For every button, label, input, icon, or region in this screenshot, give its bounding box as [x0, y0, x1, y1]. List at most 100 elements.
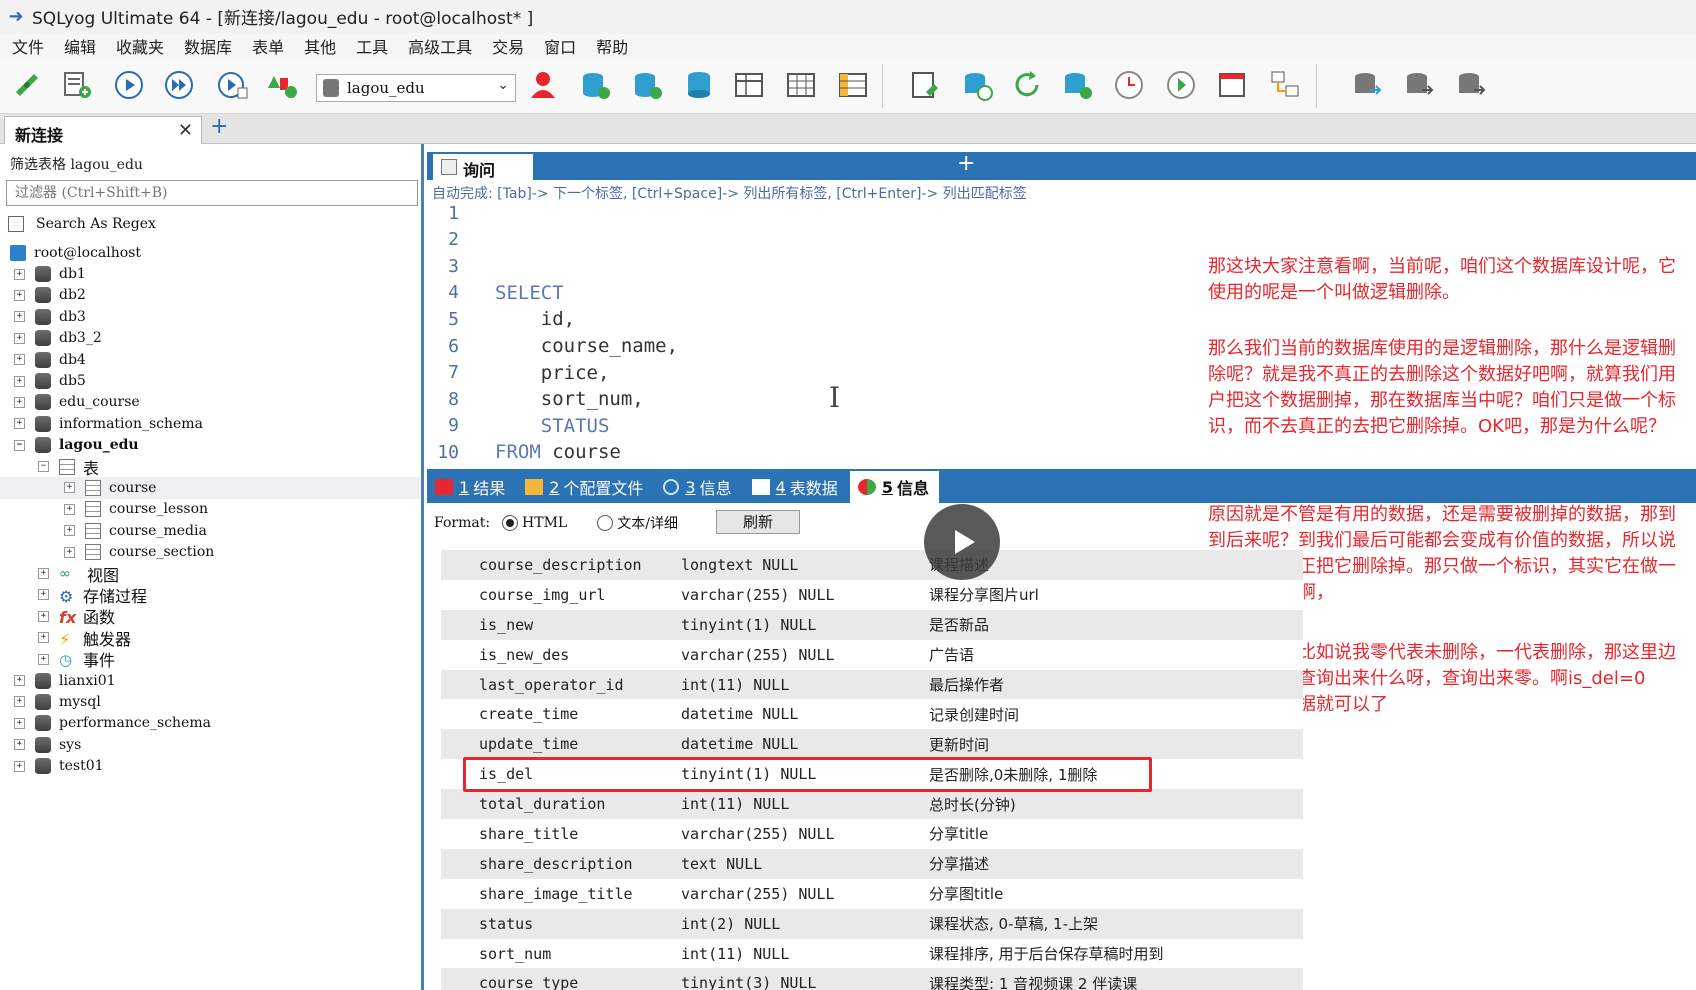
tree-db[interactable]: + test01	[0, 755, 420, 776]
add-query-tab-button[interactable]: +	[957, 151, 975, 176]
tree-table[interactable]: + course_section	[0, 541, 420, 562]
expand-icon[interactable]: +	[14, 717, 25, 729]
execute-edit-icon[interactable]	[214, 66, 252, 104]
tree-procedures-folder[interactable]: + ⚙ 存储过程	[0, 584, 420, 606]
tab-result[interactable]: 1 结果	[427, 471, 515, 503]
expand-icon[interactable]: +	[14, 396, 25, 408]
menu-transaction[interactable]: 交易	[492, 34, 524, 58]
format-html-radio[interactable]	[502, 515, 519, 531]
tree-tables-folder[interactable]: − 表	[0, 456, 420, 478]
expand-icon[interactable]: +	[14, 675, 25, 686]
tab-messages[interactable]: 3 信息	[655, 471, 741, 503]
menu-tools[interactable]: 工具	[356, 34, 388, 58]
tree-db[interactable]: + information_schema	[0, 413, 420, 434]
expand-icon[interactable]: +	[14, 739, 25, 751]
menu-database[interactable]: 数据库	[184, 34, 232, 58]
refresh-button[interactable]: 刷新	[716, 510, 800, 534]
tree-db-active[interactable]: − lagou_edu	[0, 435, 420, 456]
expand-icon[interactable]: +	[14, 332, 25, 344]
menu-favorites[interactable]: 收藏夹	[116, 34, 164, 58]
tree-host[interactable]: root@localhost	[0, 242, 420, 263]
tree-table[interactable]: + course_lesson	[0, 499, 420, 520]
tree-db[interactable]: + db3	[0, 306, 420, 327]
expand-icon[interactable]: +	[14, 696, 25, 708]
expand-icon[interactable]: +	[14, 375, 25, 387]
expand-icon[interactable]: +	[14, 289, 25, 301]
expand-icon[interactable]: +	[64, 546, 75, 558]
menu-others[interactable]: 其他	[304, 34, 336, 58]
query-builder-icon[interactable]	[906, 66, 944, 104]
expand-icon[interactable]: +	[64, 525, 75, 537]
tab-profiler[interactable]: 2 个配置文件	[517, 471, 653, 503]
expand-icon[interactable]: +	[14, 354, 25, 366]
db-stack-icon[interactable]	[1348, 66, 1386, 104]
tree-table[interactable]: + course_media	[0, 520, 420, 541]
collapse-icon[interactable]: −	[38, 461, 49, 473]
regex-option[interactable]: Search As Regex	[8, 216, 156, 232]
database-selector[interactable]: lagou_edu ⌄	[316, 74, 516, 102]
tree-db[interactable]: + mysql	[0, 691, 420, 712]
tree-db[interactable]: + db2	[0, 285, 420, 306]
tree-db[interactable]: + db4	[0, 349, 420, 370]
schema-designer-icon[interactable]	[264, 66, 302, 104]
menu-edit[interactable]: 编辑	[64, 34, 96, 58]
table-data-icon[interactable]	[730, 66, 768, 104]
menu-window[interactable]: 窗口	[544, 34, 576, 58]
db-transfer-icon[interactable]	[1452, 66, 1490, 104]
tree-db[interactable]: + lianxi01	[0, 670, 420, 691]
tree-views-folder[interactable]: + ∞ 视图	[0, 563, 420, 585]
db-export-icon[interactable]	[1400, 66, 1438, 104]
format-text-radio[interactable]	[597, 515, 614, 531]
table-filter-input[interactable]	[6, 180, 418, 206]
create-database-icon[interactable]	[576, 66, 614, 104]
scheduler-clock-icon[interactable]	[1110, 66, 1148, 104]
new-query-icon[interactable]	[58, 66, 96, 104]
tab-info[interactable]: 5 信息	[849, 471, 939, 503]
connection-tab[interactable]: 新连接 ✕	[4, 116, 202, 145]
menu-file[interactable]: 文件	[12, 34, 44, 58]
expand-icon[interactable]: +	[38, 632, 49, 644]
tree-functions-folder[interactable]: + fx 函数	[0, 606, 420, 627]
new-connection-icon[interactable]	[8, 66, 46, 104]
schedule-run-icon[interactable]	[1162, 66, 1200, 104]
video-play-icon[interactable]	[924, 504, 1000, 580]
close-icon[interactable]: ✕	[178, 120, 193, 141]
collapse-icon[interactable]: −	[14, 439, 25, 451]
table-structure-icon[interactable]	[834, 66, 872, 104]
expand-icon[interactable]: +	[38, 653, 49, 665]
expand-icon[interactable]: +	[38, 610, 49, 622]
expand-icon[interactable]: +	[14, 311, 25, 323]
tab-query[interactable]: 询问	[433, 154, 533, 180]
tree-db[interactable]: + edu_course	[0, 392, 420, 413]
backup-database-icon[interactable]	[628, 66, 666, 104]
expand-icon[interactable]: +	[14, 760, 25, 772]
tree-db[interactable]: + db3_2	[0, 328, 420, 349]
expand-icon[interactable]: +	[64, 503, 75, 515]
user-manager-icon[interactable]	[524, 66, 562, 104]
expand-icon[interactable]: +	[38, 568, 49, 580]
tree-triggers-folder[interactable]: + ⚡ 触发器	[0, 627, 420, 649]
tab-table-data[interactable]: 4 表数据	[744, 471, 848, 503]
regex-checkbox[interactable]	[8, 216, 24, 232]
expand-icon[interactable]: +	[14, 418, 25, 430]
schema-compare-icon[interactable]	[1266, 66, 1304, 104]
import-database-icon[interactable]	[680, 66, 718, 104]
execute-query-icon[interactable]	[110, 66, 148, 104]
tree-db[interactable]: + db5	[0, 370, 420, 391]
add-connection-tab-button[interactable]: +	[210, 114, 228, 139]
table-grid-icon[interactable]	[782, 66, 820, 104]
tree-table[interactable]: + course	[0, 477, 420, 499]
menu-table[interactable]: 表单	[252, 34, 284, 58]
sync-database-icon[interactable]	[958, 66, 996, 104]
refresh-icon[interactable]	[1008, 66, 1046, 104]
tree-db[interactable]: + db1	[0, 263, 420, 284]
tree-db[interactable]: + performance_schema	[0, 713, 420, 734]
menu-help[interactable]: 帮助	[596, 34, 628, 58]
notification-services-icon[interactable]	[1214, 66, 1252, 104]
expand-icon[interactable]: +	[38, 589, 49, 601]
menu-powertools[interactable]: 高级工具	[408, 34, 472, 58]
execute-all-icon[interactable]	[160, 66, 198, 104]
expand-icon[interactable]: +	[14, 268, 25, 280]
data-sync-icon[interactable]	[1058, 66, 1096, 104]
tree-db[interactable]: + sys	[0, 734, 420, 755]
